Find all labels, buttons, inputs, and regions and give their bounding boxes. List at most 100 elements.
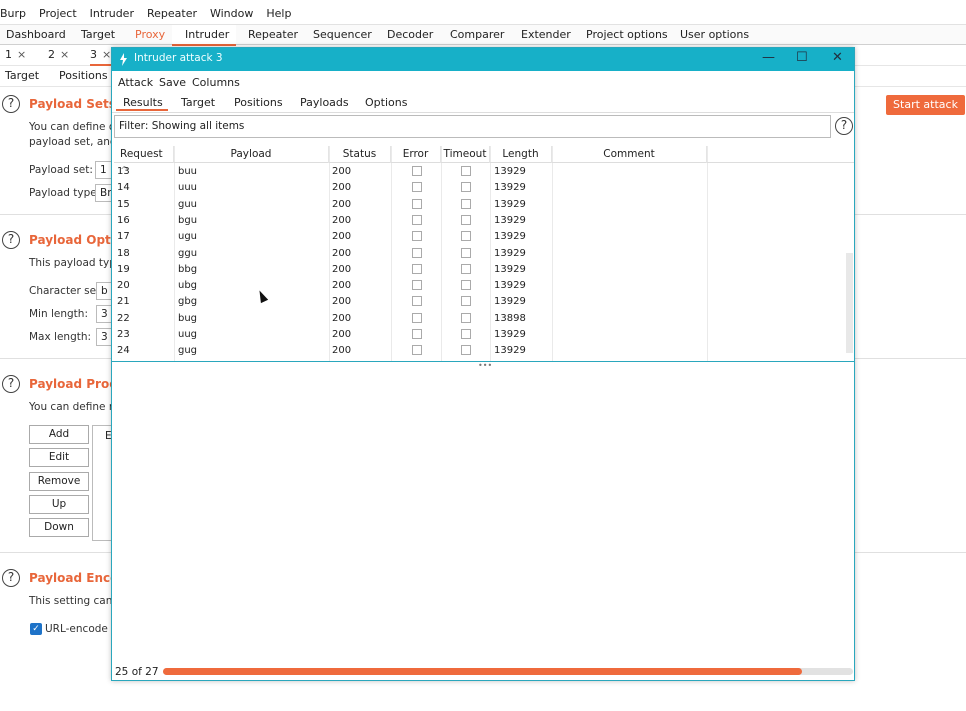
table-row[interactable]: 21 gbg 200 13929 — [114, 294, 844, 310]
attack-tab-1[interactable]: 1 × — [5, 46, 26, 66]
tab-intruder[interactable]: Intruder — [185, 28, 229, 41]
tab-payloads[interactable]: Payloads — [300, 96, 349, 109]
tab-proxy[interactable]: Proxy — [135, 28, 165, 41]
menu-columns[interactable]: Columns — [192, 76, 240, 89]
tab-repeater[interactable]: Repeater — [248, 28, 298, 41]
tab-target[interactable]: Target — [181, 96, 215, 109]
timeout-checkbox — [461, 263, 471, 274]
column-status[interactable]: Status — [329, 146, 391, 163]
cell-payload: buu — [178, 166, 198, 177]
table-row[interactable]: 19 bbg 200 13929 — [114, 262, 844, 278]
table-row[interactable]: 13 buu 200 13929 — [114, 164, 844, 180]
menu-attack[interactable]: Attack — [118, 76, 153, 89]
add-button[interactable]: Add — [29, 425, 89, 444]
cell-status: 200 — [332, 263, 352, 275]
minimize-icon[interactable]: — — [762, 50, 775, 65]
processing-rules-list[interactable]: E — [92, 425, 112, 541]
help-icon[interactable]: ? — [2, 231, 20, 249]
start-attack-button[interactable]: Start attack — [886, 95, 965, 115]
window-titlebar[interactable]: Intruder attack 3 — ☐ ✕ — [112, 48, 854, 71]
table-row[interactable]: 18 ggu 200 13929 — [114, 246, 844, 262]
progress-count: 25 of 27 — [115, 666, 159, 678]
close-icon[interactable]: × — [102, 48, 111, 61]
window-title: Intruder attack 3 — [134, 52, 223, 64]
column-payload[interactable]: Payload — [174, 146, 329, 163]
tab-positions[interactable]: Positions — [234, 96, 283, 109]
help-icon[interactable]: ? — [835, 117, 853, 135]
error-checkbox — [412, 280, 422, 291]
timeout-checkbox — [461, 247, 471, 258]
cell-request: 23 — [117, 329, 130, 340]
table-row[interactable]: 16 bgu 200 13929 — [114, 213, 844, 229]
attack-tab-1-label: 1 — [5, 48, 12, 61]
cell-length: 13929 — [494, 214, 526, 226]
error-checkbox — [412, 198, 422, 209]
menu-intruder[interactable]: Intruder — [90, 5, 134, 23]
close-icon[interactable]: ✕ — [832, 50, 843, 65]
cell-payload: bbg — [178, 263, 198, 275]
payload-type-label: Payload type: — [29, 187, 101, 199]
close-icon[interactable]: × — [17, 48, 26, 61]
tab-options[interactable]: Options — [365, 96, 407, 109]
cell-length: 13929 — [494, 280, 526, 292]
cell-status: 200 — [332, 247, 352, 259]
table-row[interactable]: 22 bug 200 13898 — [114, 311, 844, 327]
tab-target[interactable]: Target — [81, 28, 115, 41]
subtab-target[interactable]: Target — [5, 67, 39, 87]
column-length[interactable]: Length — [490, 146, 552, 163]
maximize-icon[interactable]: ☐ — [796, 50, 808, 65]
tab-dashboard[interactable]: Dashboard — [6, 28, 66, 41]
tab-comparer[interactable]: Comparer — [450, 28, 504, 41]
cell-length: 13929 — [494, 231, 526, 243]
error-checkbox — [412, 166, 422, 176]
help-icon[interactable]: ? — [2, 375, 20, 393]
table-row[interactable]: 24 gug 200 13929 — [114, 343, 844, 359]
splitter-grip-icon[interactable]: ••• — [478, 361, 492, 370]
cell-request: 19 — [117, 263, 130, 275]
cell-length: 13929 — [494, 166, 526, 177]
help-icon[interactable]: ? — [2, 569, 20, 587]
url-encode-checkbox[interactable]: ✓ — [30, 623, 42, 635]
close-icon[interactable]: × — [60, 48, 69, 61]
column-error[interactable]: Error — [391, 146, 441, 163]
menu-repeater[interactable]: Repeater — [147, 5, 197, 23]
column-timeout[interactable]: Timeout — [441, 146, 490, 163]
cell-payload: gug — [178, 345, 198, 357]
edit-button[interactable]: Edit — [29, 448, 89, 467]
cell-status: 200 — [332, 166, 352, 177]
attack-menubar: Attack Save Columns — [112, 72, 854, 92]
table-row[interactable]: 20 ubg 200 13929 — [114, 278, 844, 294]
table-row[interactable]: 23 uug 200 13929 — [114, 327, 844, 343]
tab-decoder[interactable]: Decoder — [387, 28, 433, 41]
down-button[interactable]: Down — [29, 518, 89, 537]
menu-burp[interactable]: Burp — [0, 5, 26, 23]
up-button[interactable]: Up — [29, 495, 89, 514]
help-icon[interactable]: ? — [2, 95, 20, 113]
tab-extender[interactable]: Extender — [521, 28, 571, 41]
tab-project-options[interactable]: Project options — [586, 28, 668, 41]
timeout-checkbox — [461, 166, 471, 176]
progress-bar-fill — [163, 668, 802, 675]
attack-tab-3[interactable]: 3 × — [90, 46, 112, 66]
subtab-positions[interactable]: Positions — [59, 67, 108, 87]
column-request[interactable]: Request ^ — [114, 146, 174, 177]
filter-bar[interactable]: Filter: Showing all items — [114, 115, 831, 138]
menu-project[interactable]: Project — [39, 5, 77, 23]
cell-status: 200 — [332, 312, 352, 324]
cell-status: 200 — [332, 182, 352, 194]
menu-help[interactable]: Help — [266, 5, 291, 23]
tab-results[interactable]: Results — [123, 96, 163, 109]
remove-button[interactable]: Remove — [29, 472, 89, 491]
table-scrollbar[interactable] — [846, 253, 853, 353]
table-row[interactable]: 15 guu 200 13929 — [114, 197, 844, 213]
tab-sequencer[interactable]: Sequencer — [313, 28, 372, 41]
table-row[interactable]: 17 ugu 200 13929 — [114, 229, 844, 245]
tab-user-options[interactable]: User options — [680, 28, 749, 41]
column-comment[interactable]: Comment — [552, 146, 707, 163]
cell-status: 200 — [332, 296, 352, 308]
main-tabbar: Dashboard Target Proxy Intruder Repeater… — [0, 24, 966, 46]
attack-tab-2[interactable]: 2 × — [48, 46, 69, 66]
menu-window[interactable]: Window — [210, 5, 253, 23]
menu-save[interactable]: Save — [159, 76, 186, 89]
table-row[interactable]: 14 uuu 200 13929 — [114, 180, 844, 196]
